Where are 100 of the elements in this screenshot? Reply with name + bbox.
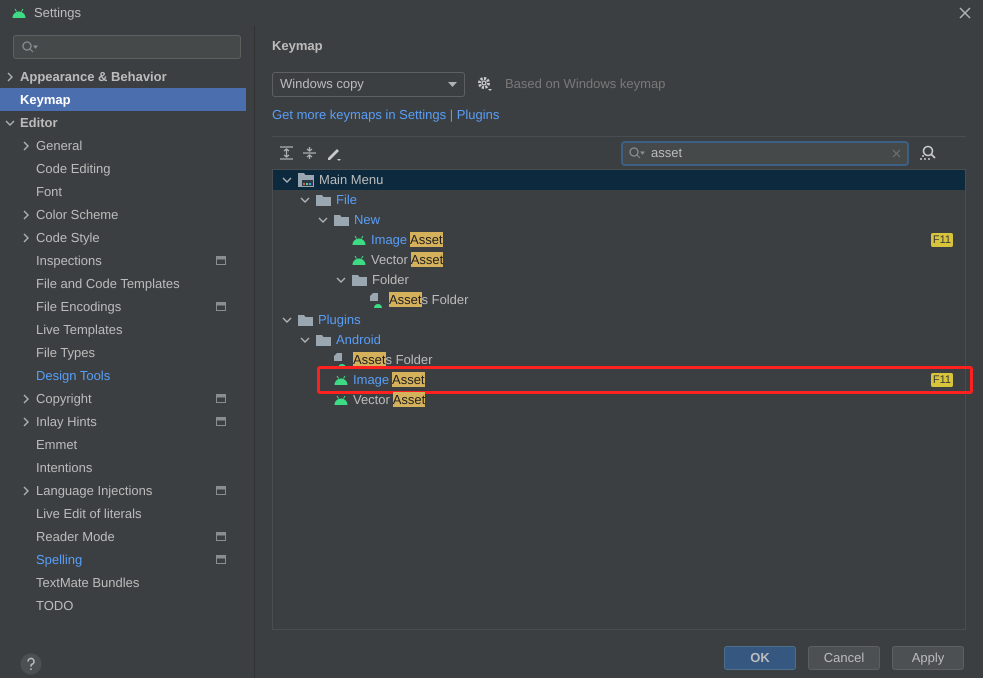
tree-row[interactable]: New [273, 210, 965, 230]
chevron-right-icon[interactable] [5, 72, 15, 82]
tree-row[interactable]: Android [273, 330, 965, 350]
sidebar-item[interactable]: General [0, 134, 246, 157]
shortcut-badge: F11 [930, 373, 953, 387]
tree-item-label: File [336, 191, 357, 210]
sidebar-item[interactable]: Inlay Hints [0, 410, 246, 433]
tree-row[interactable]: Image Asset F11 [273, 370, 965, 390]
sidebar-item[interactable]: TextMate Bundles [0, 571, 246, 594]
sidebar-item[interactable]: Design Tools [0, 364, 246, 387]
tree-item-label: Main Menu [319, 171, 384, 190]
sidebar-item-label: File and Code Templates [36, 274, 180, 293]
tree-item-label: Assets Folder [353, 351, 432, 370]
sidebar-item-label: Emmet [36, 436, 78, 454]
sidebar-item[interactable]: Live Templates [0, 318, 246, 341]
find-shortcut-icon[interactable] [919, 145, 936, 161]
chevron-down-icon[interactable] [282, 315, 292, 325]
sidebar-item[interactable]: Emmet [0, 433, 246, 456]
chevron-down-icon[interactable] [318, 215, 328, 225]
sidebar-item[interactable]: Appearance & Behavior [0, 65, 246, 88]
sidebar-item-label: Live Templates [36, 320, 122, 339]
sidebar-item[interactable]: Intentions [0, 456, 246, 479]
chevron-down-icon[interactable] [300, 335, 310, 345]
tree-row[interactable]: Image Asset F11 [273, 230, 965, 250]
close-icon[interactable] [959, 7, 971, 19]
sidebar-item-label: Code Style [36, 228, 100, 247]
sidebar-item[interactable]: Editor [0, 111, 246, 134]
window-title: Settings [34, 4, 81, 22]
chevron-right-icon[interactable] [21, 210, 31, 220]
sidebar-item-label: Editor [20, 114, 58, 132]
chevron-right-icon[interactable] [21, 394, 31, 404]
folder-icon [298, 314, 313, 326]
tree-item-label: New [354, 211, 380, 230]
sidebar-item[interactable]: File and Code Templates [0, 272, 246, 295]
search-field[interactable]: asset [621, 140, 909, 166]
tree-item-label: Assets Folder [389, 291, 468, 310]
chevron-down-icon[interactable] [5, 118, 15, 128]
chevron-right-icon[interactable] [21, 140, 31, 150]
sidebar-item[interactable]: Font [0, 180, 246, 203]
sidebar-item[interactable]: Keymap [0, 88, 246, 111]
chevron-right-icon[interactable] [21, 416, 31, 426]
android-icon [352, 255, 366, 265]
sidebar-item[interactable]: Language Injections [0, 479, 246, 502]
sidebar-item[interactable]: Code Style [0, 226, 246, 249]
tree-item-label: Plugins [318, 311, 361, 330]
search-icon [22, 41, 38, 53]
sidebar-item[interactable]: Code Editing [0, 157, 246, 180]
dialog-button[interactable]: OK [724, 646, 796, 670]
chevron-down-icon[interactable] [300, 195, 310, 205]
sidebar-item[interactable]: Reader Mode [0, 525, 246, 548]
sidebar-item-label: Color Scheme [36, 206, 118, 224]
tree-item-label: Folder [372, 271, 409, 290]
sidebar-item[interactable]: File Encodings [0, 295, 246, 318]
tree-item-label: Image Asset [353, 371, 425, 390]
sidebar-item-label: Language Injections [36, 482, 152, 500]
keymaps-link[interactable]: Get more keymaps in Settings | Plugins [272, 104, 966, 124]
sidebar-item[interactable]: Spelling [0, 548, 246, 571]
sidebar-item-label: File Types [36, 344, 96, 362]
collapse-all-icon[interactable] [303, 146, 316, 160]
folder-icon [316, 194, 331, 206]
window-icon [298, 173, 314, 187]
chevron-right-icon[interactable] [21, 232, 31, 242]
sidebar-item-label: Live Edit of literals [36, 504, 142, 523]
tree-row[interactable]: Assets Folder [273, 350, 965, 370]
tree-row[interactable]: Main Menu [273, 170, 965, 190]
tree-row[interactable]: Assets Folder [273, 290, 965, 310]
tree-row[interactable]: Folder [273, 270, 965, 290]
tree-row[interactable]: Plugins [273, 310, 965, 330]
dialog-button[interactable]: Cancel [808, 646, 880, 670]
sidebar-item[interactable]: TODO [0, 594, 246, 617]
sidebar-item[interactable]: Color Scheme [0, 203, 246, 226]
chevron-right-icon[interactable] [21, 486, 31, 496]
expand-all-icon[interactable] [280, 146, 293, 160]
chevron-down-icon[interactable] [336, 275, 346, 285]
android-icon [352, 235, 366, 245]
sidebar-item-label: General [36, 136, 82, 155]
search-input[interactable]: asset [651, 143, 886, 163]
dialog-button[interactable]: Apply [892, 646, 964, 670]
settings-icon[interactable] [477, 76, 493, 92]
based-on-label: Based on Windows keymap [505, 75, 666, 94]
sidebar-item-label: Copyright [36, 390, 92, 408]
sidebar-item-label: Design Tools [36, 366, 110, 385]
shortcut-badge: F11 [930, 233, 953, 247]
folder-file-icon [334, 352, 348, 368]
sidebar-item[interactable]: File Types [0, 341, 246, 364]
sidebar-item[interactable]: Inspections [0, 249, 246, 272]
sidebar-item-label: TextMate Bundles [36, 574, 140, 592]
search-field[interactable] [13, 35, 241, 59]
sidebar-item-label: Keymap [20, 90, 71, 109]
folder-icon [334, 214, 349, 226]
help-icon[interactable] [20, 653, 42, 675]
dropdown-caret-icon [448, 82, 457, 86]
android-icon [12, 8, 26, 18]
keymap-dropdown[interactable]: Windows copy [272, 72, 465, 96]
sidebar-item[interactable]: Live Edit of literals [0, 502, 246, 525]
tree-row[interactable]: File [273, 190, 965, 210]
sidebar-item[interactable]: Copyright [0, 387, 246, 410]
chevron-down-icon[interactable] [282, 175, 292, 185]
folder-icon [352, 274, 367, 286]
sidebar-item-label: Appearance & Behavior [20, 68, 167, 86]
